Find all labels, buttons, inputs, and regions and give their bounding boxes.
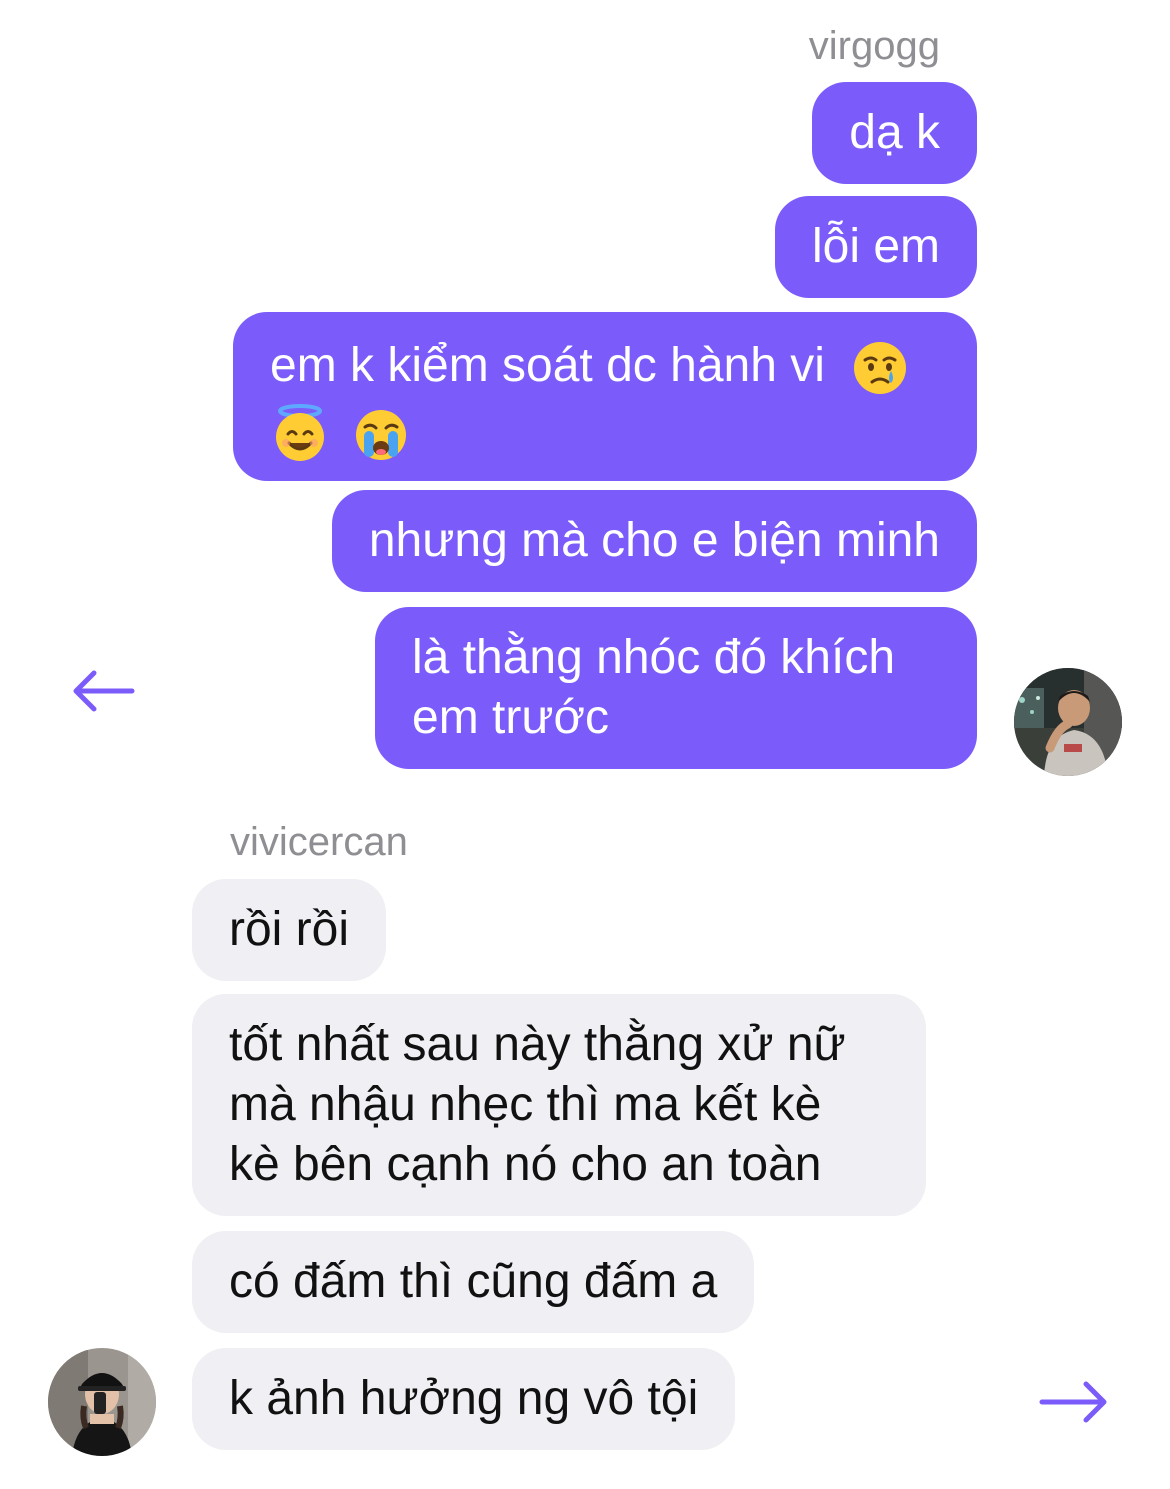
message-text: lỗi em <box>811 220 940 273</box>
message-text: rồi rồi <box>229 903 350 956</box>
message-text: tốt nhất sau này thằng xử nữ <box>229 1018 846 1071</box>
message-bubble-outgoing-2[interactable]: lỗi em <box>774 196 977 298</box>
message-bubble-outgoing-3[interactable]: em k kiểm soát dc hành vi <box>233 312 977 481</box>
crying-face-icon <box>854 342 907 395</box>
message-text: kè bên cạnh nó cho an toàn <box>229 1138 822 1191</box>
message-text: dạ k <box>849 106 940 159</box>
arrow-left-icon[interactable] <box>68 661 148 721</box>
loudly-crying-face-icon <box>356 409 407 460</box>
message-text: em k kiểm soát dc hành vi <box>270 339 825 392</box>
message-bubble-outgoing-1[interactable]: dạ k <box>812 82 977 184</box>
avatar-virgogg[interactable] <box>1014 668 1122 776</box>
avatar-vivicercan[interactable] <box>48 1348 156 1456</box>
sender-name-vivicercan: vivicercan <box>230 820 408 864</box>
message-bubble-outgoing-5[interactable]: là thằng nhóc đó khích em trước <box>375 607 977 769</box>
message-bubble-incoming-2[interactable]: tốt nhất sau này thằng xử nữ mà nhậu nhẹ… <box>192 994 926 1216</box>
message-text: nhưng mà cho e biện minh <box>368 514 940 567</box>
message-text: có đấm thì cũng đấm a <box>229 1255 718 1308</box>
message-bubble-incoming-3[interactable]: có đấm thì cũng đấm a <box>192 1231 755 1333</box>
sender-name-virgogg: virgogg <box>808 24 940 68</box>
message-bubble-incoming-1[interactable]: rồi rồi <box>192 879 387 981</box>
message-text: mà nhậu nhẹc thì ma kết kè <box>229 1078 822 1131</box>
arrow-right-icon[interactable] <box>1034 1372 1114 1432</box>
message-text: em trước <box>412 691 609 744</box>
message-bubble-outgoing-4[interactable]: nhưng mà cho e biện minh <box>331 490 977 592</box>
message-text: k ảnh hưởng ng vô tội <box>229 1372 699 1425</box>
message-text: là thằng nhóc đó khích <box>412 631 896 684</box>
message-bubble-incoming-4[interactable]: k ảnh hưởng ng vô tội <box>192 1348 736 1450</box>
smiling-face-with-halo-icon <box>276 403 324 461</box>
